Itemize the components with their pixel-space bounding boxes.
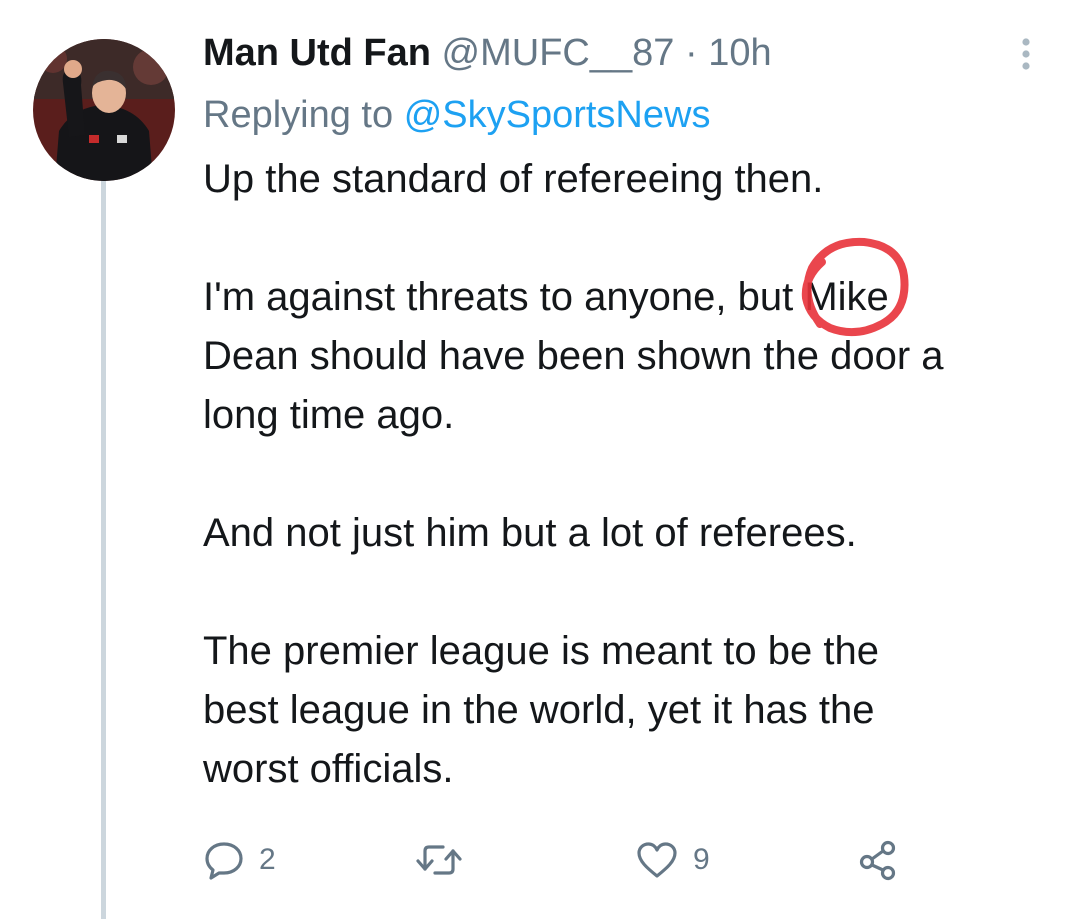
thread-connector-line xyxy=(101,178,106,919)
tweet-paragraph: And not just him but a lot of referees. xyxy=(203,511,857,555)
heart-icon xyxy=(635,839,679,881)
avatar[interactable] xyxy=(33,39,175,181)
reply-button[interactable]: 2 xyxy=(203,834,276,886)
tweet-text: Up the standard of refereeing then. I'm … xyxy=(203,150,1063,799)
tweet-header: Man Utd Fan @MUFC__87 · 10h xyxy=(203,28,772,78)
share-icon xyxy=(857,839,899,881)
red-circle-annotation xyxy=(792,232,916,350)
replying-to-line: Replying to @SkySportsNews xyxy=(203,90,710,140)
header-separator: · xyxy=(684,32,698,74)
reply-count: 2 xyxy=(259,843,276,876)
comment-bubble-icon xyxy=(203,839,245,881)
user-handle[interactable]: @MUFC__87 xyxy=(442,32,675,74)
tweet-paragraph: Up the standard of refereeing then. xyxy=(203,157,824,201)
retweet-button[interactable] xyxy=(415,834,477,886)
replying-to-mention-link[interactable]: @SkySportsNews xyxy=(404,94,711,136)
tweet-paragraph: I'm against threats to anyone, but Mike … xyxy=(203,275,944,437)
share-button[interactable] xyxy=(857,834,899,886)
display-name[interactable]: Man Utd Fan xyxy=(203,32,431,74)
replying-to-label: Replying to xyxy=(203,94,394,136)
tweet-paragraph: The premier league is meant to be the be… xyxy=(203,629,879,791)
timestamp[interactable]: 10h xyxy=(708,32,771,74)
more-vertical-icon[interactable] xyxy=(1012,34,1040,74)
like-count: 9 xyxy=(693,843,710,876)
retweet-arrows-icon xyxy=(415,839,463,881)
like-button[interactable]: 9 xyxy=(635,834,710,886)
